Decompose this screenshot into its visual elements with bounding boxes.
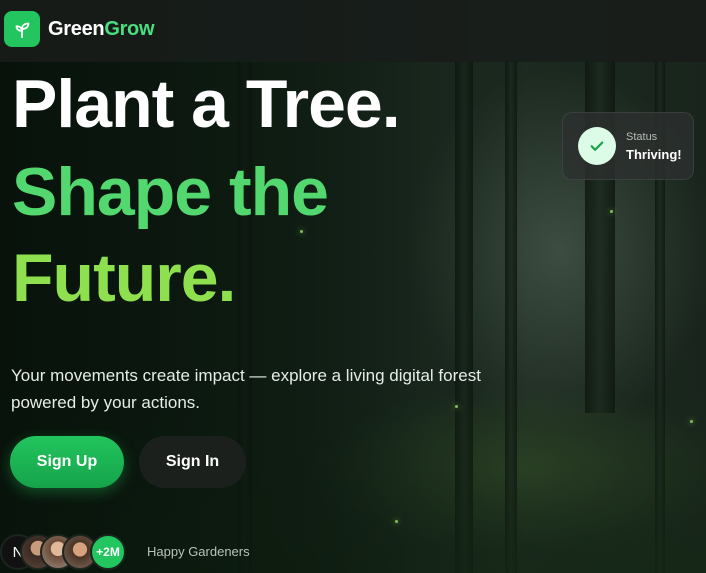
firefly [610,210,613,213]
firefly [690,420,693,423]
top-navbar: GreenGrow [0,0,706,62]
firefly [395,520,398,523]
brand-name-part2: Grow [104,18,155,40]
headline-line-2: Shape the [12,154,329,230]
sign-up-button[interactable]: Sign Up [10,436,124,488]
sign-in-button[interactable]: Sign In [139,436,246,488]
user-count-badge: +2M [90,534,126,570]
headline-line-1: Plant a Tree. [12,66,401,142]
check-icon [578,127,616,165]
brand-name-part1: Green [48,18,105,40]
status-value: Thriving! [626,147,682,162]
firefly [300,230,303,233]
hero-subtitle: Your movements create impact — explore a… [11,366,481,412]
headline-line-3: Future. [12,240,236,316]
happy-gardeners-label: Happy Gardeners [147,544,250,559]
status-card: Status Thriving! [562,112,694,180]
brand-name[interactable]: GreenGrow [48,18,155,41]
status-label: Status [626,131,658,143]
sprout-icon[interactable] [4,11,40,47]
